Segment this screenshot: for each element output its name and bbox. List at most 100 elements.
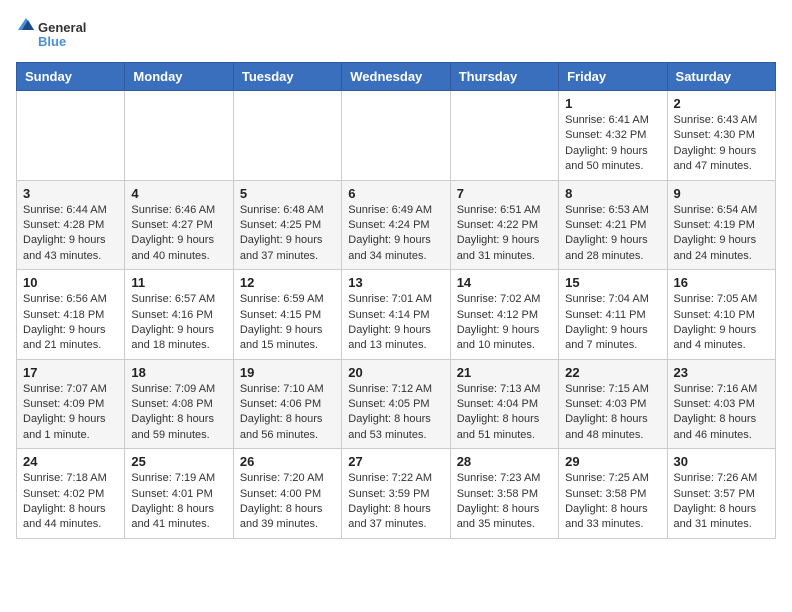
day-number: 12 [240, 275, 335, 290]
day-number: 10 [23, 275, 118, 290]
calendar-header-row: SundayMondayTuesdayWednesdayThursdayFrid… [17, 63, 776, 91]
day-number: 30 [674, 454, 769, 469]
day-info: Sunrise: 7:01 AM Sunset: 4:14 PM Dayligh… [348, 292, 443, 354]
day-number: 14 [457, 275, 552, 290]
day-number: 25 [131, 454, 226, 469]
day-info: Sunrise: 7:26 AM Sunset: 3:57 PM Dayligh… [674, 471, 769, 533]
day-number: 20 [348, 365, 443, 380]
calendar-cell: 18 Sunrise: 7:09 AM Sunset: 4:08 PM Dayli… [125, 359, 233, 449]
day-number: 19 [240, 365, 335, 380]
calendar-cell: 15 Sunrise: 7:04 AM Sunset: 4:11 PM Dayli… [559, 270, 667, 360]
calendar-cell [342, 91, 450, 181]
calendar-cell: 27 Sunrise: 7:22 AM Sunset: 3:59 PM Dayli… [342, 449, 450, 539]
col-header-friday: Friday [559, 63, 667, 91]
day-info: Sunrise: 7:25 AM Sunset: 3:58 PM Dayligh… [565, 471, 660, 533]
day-number: 16 [674, 275, 769, 290]
logo: General Blue [16, 16, 96, 54]
day-info: Sunrise: 7:16 AM Sunset: 4:03 PM Dayligh… [674, 382, 769, 444]
calendar-cell [125, 91, 233, 181]
day-number: 29 [565, 454, 660, 469]
calendar-cell [233, 91, 341, 181]
day-info: Sunrise: 6:44 AM Sunset: 4:28 PM Dayligh… [23, 203, 118, 265]
day-info: Sunrise: 7:23 AM Sunset: 3:58 PM Dayligh… [457, 471, 552, 533]
calendar-cell: 14 Sunrise: 7:02 AM Sunset: 4:12 PM Dayli… [450, 270, 558, 360]
day-number: 15 [565, 275, 660, 290]
calendar-cell: 25 Sunrise: 7:19 AM Sunset: 4:01 PM Dayli… [125, 449, 233, 539]
calendar-cell: 29 Sunrise: 7:25 AM Sunset: 3:58 PM Dayli… [559, 449, 667, 539]
day-number: 23 [674, 365, 769, 380]
calendar-week-row: 3 Sunrise: 6:44 AM Sunset: 4:28 PM Daylig… [17, 180, 776, 270]
day-info: Sunrise: 6:49 AM Sunset: 4:24 PM Dayligh… [348, 203, 443, 265]
calendar-cell: 10 Sunrise: 6:56 AM Sunset: 4:18 PM Dayli… [17, 270, 125, 360]
calendar-cell: 17 Sunrise: 7:07 AM Sunset: 4:09 PM Dayli… [17, 359, 125, 449]
day-number: 26 [240, 454, 335, 469]
day-info: Sunrise: 7:12 AM Sunset: 4:05 PM Dayligh… [348, 382, 443, 444]
calendar-cell: 30 Sunrise: 7:26 AM Sunset: 3:57 PM Dayli… [667, 449, 775, 539]
calendar-cell: 23 Sunrise: 7:16 AM Sunset: 4:03 PM Dayli… [667, 359, 775, 449]
col-header-saturday: Saturday [667, 63, 775, 91]
calendar-week-row: 1 Sunrise: 6:41 AM Sunset: 4:32 PM Daylig… [17, 91, 776, 181]
col-header-thursday: Thursday [450, 63, 558, 91]
calendar-cell: 11 Sunrise: 6:57 AM Sunset: 4:16 PM Dayli… [125, 270, 233, 360]
logo-svg: General Blue [16, 16, 96, 54]
day-number: 18 [131, 365, 226, 380]
calendar-cell [450, 91, 558, 181]
calendar-cell: 8Sunrise: 6:53 AM Sunset: 4:21 PM Daylig… [559, 180, 667, 270]
calendar-cell: 20 Sunrise: 7:12 AM Sunset: 4:05 PM Dayli… [342, 359, 450, 449]
day-info: Sunrise: 7:09 AM Sunset: 4:08 PM Dayligh… [131, 382, 226, 444]
calendar-week-row: 17 Sunrise: 7:07 AM Sunset: 4:09 PM Dayli… [17, 359, 776, 449]
day-number: 8 [565, 186, 660, 201]
day-info: Sunrise: 6:41 AM Sunset: 4:32 PM Dayligh… [565, 113, 660, 175]
day-number: 22 [565, 365, 660, 380]
calendar-cell: 26Sunrise: 7:20 AM Sunset: 4:00 PM Dayli… [233, 449, 341, 539]
day-info: Sunrise: 7:02 AM Sunset: 4:12 PM Dayligh… [457, 292, 552, 354]
calendar-cell: 12 Sunrise: 6:59 AM Sunset: 4:15 PM Dayli… [233, 270, 341, 360]
day-info: Sunrise: 7:05 AM Sunset: 4:10 PM Dayligh… [674, 292, 769, 354]
col-header-sunday: Sunday [17, 63, 125, 91]
day-info: Sunrise: 6:48 AM Sunset: 4:25 PM Dayligh… [240, 203, 335, 265]
calendar-cell: 1 Sunrise: 6:41 AM Sunset: 4:32 PM Daylig… [559, 91, 667, 181]
day-info: Sunrise: 7:04 AM Sunset: 4:11 PM Dayligh… [565, 292, 660, 354]
svg-text:Blue: Blue [38, 34, 66, 49]
day-number: 21 [457, 365, 552, 380]
day-number: 27 [348, 454, 443, 469]
col-header-wednesday: Wednesday [342, 63, 450, 91]
calendar-week-row: 10 Sunrise: 6:56 AM Sunset: 4:18 PM Dayli… [17, 270, 776, 360]
day-info: Sunrise: 7:07 AM Sunset: 4:09 PM Dayligh… [23, 382, 118, 444]
calendar-cell: 22 Sunrise: 7:15 AM Sunset: 4:03 PM Dayli… [559, 359, 667, 449]
header: General Blue [16, 16, 776, 54]
calendar-cell: 3 Sunrise: 6:44 AM Sunset: 4:28 PM Daylig… [17, 180, 125, 270]
day-info: Sunrise: 6:59 AM Sunset: 4:15 PM Dayligh… [240, 292, 335, 354]
day-number: 24 [23, 454, 118, 469]
day-info: Sunrise: 7:19 AM Sunset: 4:01 PM Dayligh… [131, 471, 226, 533]
day-info: Sunrise: 6:51 AM Sunset: 4:22 PM Dayligh… [457, 203, 552, 265]
calendar-cell: 6 Sunrise: 6:49 AM Sunset: 4:24 PM Daylig… [342, 180, 450, 270]
col-header-monday: Monday [125, 63, 233, 91]
day-number: 2 [674, 96, 769, 111]
calendar-cell: 13Sunrise: 7:01 AM Sunset: 4:14 PM Dayli… [342, 270, 450, 360]
calendar-cell: 28Sunrise: 7:23 AM Sunset: 3:58 PM Dayli… [450, 449, 558, 539]
day-info: Sunrise: 6:56 AM Sunset: 4:18 PM Dayligh… [23, 292, 118, 354]
day-number: 9 [674, 186, 769, 201]
day-info: Sunrise: 7:22 AM Sunset: 3:59 PM Dayligh… [348, 471, 443, 533]
day-number: 4 [131, 186, 226, 201]
calendar-cell: 7 Sunrise: 6:51 AM Sunset: 4:22 PM Daylig… [450, 180, 558, 270]
day-number: 11 [131, 275, 226, 290]
day-info: Sunrise: 6:46 AM Sunset: 4:27 PM Dayligh… [131, 203, 226, 265]
day-number: 6 [348, 186, 443, 201]
day-info: Sunrise: 7:10 AM Sunset: 4:06 PM Dayligh… [240, 382, 335, 444]
day-number: 1 [565, 96, 660, 111]
day-number: 17 [23, 365, 118, 380]
calendar-cell: 24Sunrise: 7:18 AM Sunset: 4:02 PM Dayli… [17, 449, 125, 539]
day-number: 3 [23, 186, 118, 201]
calendar-cell: 2 Sunrise: 6:43 AM Sunset: 4:30 PM Daylig… [667, 91, 775, 181]
day-info: Sunrise: 6:43 AM Sunset: 4:30 PM Dayligh… [674, 113, 769, 175]
day-info: Sunrise: 6:57 AM Sunset: 4:16 PM Dayligh… [131, 292, 226, 354]
calendar-cell: 21Sunrise: 7:13 AM Sunset: 4:04 PM Dayli… [450, 359, 558, 449]
calendar: SundayMondayTuesdayWednesdayThursdayFrid… [16, 62, 776, 539]
day-number: 7 [457, 186, 552, 201]
col-header-tuesday: Tuesday [233, 63, 341, 91]
calendar-cell: 16 Sunrise: 7:05 AM Sunset: 4:10 PM Dayli… [667, 270, 775, 360]
day-info: Sunrise: 7:15 AM Sunset: 4:03 PM Dayligh… [565, 382, 660, 444]
calendar-cell: 5Sunrise: 6:48 AM Sunset: 4:25 PM Daylig… [233, 180, 341, 270]
